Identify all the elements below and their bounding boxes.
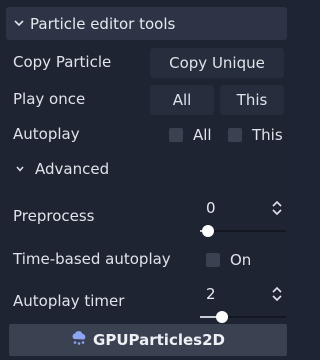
gpu-particles-icon [71, 330, 87, 350]
checkbox-box[interactable] [206, 253, 220, 267]
checkbox-box[interactable] [228, 128, 242, 142]
time-based-autoplay-checkbox[interactable]: On [206, 248, 251, 272]
play-once-this-button[interactable]: This [220, 85, 284, 115]
updown-arrows-icon[interactable] [271, 198, 283, 218]
preprocess-slider[interactable] [200, 225, 286, 237]
node-type-label: GPUParticles2D [93, 331, 225, 349]
node-type-bar: GPUParticles2D [9, 324, 287, 356]
slider-grabber[interactable] [216, 311, 228, 323]
chevron-down-icon [12, 20, 26, 27]
copy-unique-button[interactable]: Copy Unique [150, 48, 284, 78]
autoplay-this-label: This [252, 126, 283, 144]
autoplay-timer-slider[interactable] [200, 311, 286, 323]
autoplay-timer-label: Autoplay timer [13, 292, 125, 310]
copy-particle-label: Copy Particle [13, 53, 112, 71]
time-based-autoplay-label: Time-based autoplay [13, 250, 171, 268]
slider-grabber[interactable] [202, 225, 214, 237]
autoplay-all-label: All [193, 126, 212, 144]
preprocess-value[interactable]: 0 [206, 199, 216, 217]
preprocess-spinbox[interactable]: 0 [198, 196, 287, 220]
section-title: Particle editor tools [30, 14, 176, 33]
play-once-label: Play once [13, 90, 86, 108]
advanced-subsection-header[interactable]: Advanced [13, 160, 109, 178]
autoplay-timer-spinbox[interactable]: 2 [198, 282, 287, 306]
preprocess-label: Preprocess [13, 207, 95, 225]
autoplay-this-checkbox[interactable]: This [228, 123, 283, 147]
chevron-down-icon [13, 166, 27, 172]
time-based-autoplay-on-label: On [230, 251, 252, 269]
play-once-all-button[interactable]: All [150, 85, 214, 115]
autoplay-timer-value[interactable]: 2 [206, 285, 216, 303]
updown-arrows-icon[interactable] [271, 284, 283, 304]
inspector-panel: Particle editor tools Copy Particle Copy… [0, 0, 293, 360]
autoplay-label: Autoplay [13, 125, 80, 143]
section-header-particle-editor-tools[interactable]: Particle editor tools [6, 7, 287, 40]
advanced-title: Advanced [35, 160, 110, 178]
checkbox-box[interactable] [169, 128, 183, 142]
autoplay-all-checkbox[interactable]: All [169, 123, 212, 147]
